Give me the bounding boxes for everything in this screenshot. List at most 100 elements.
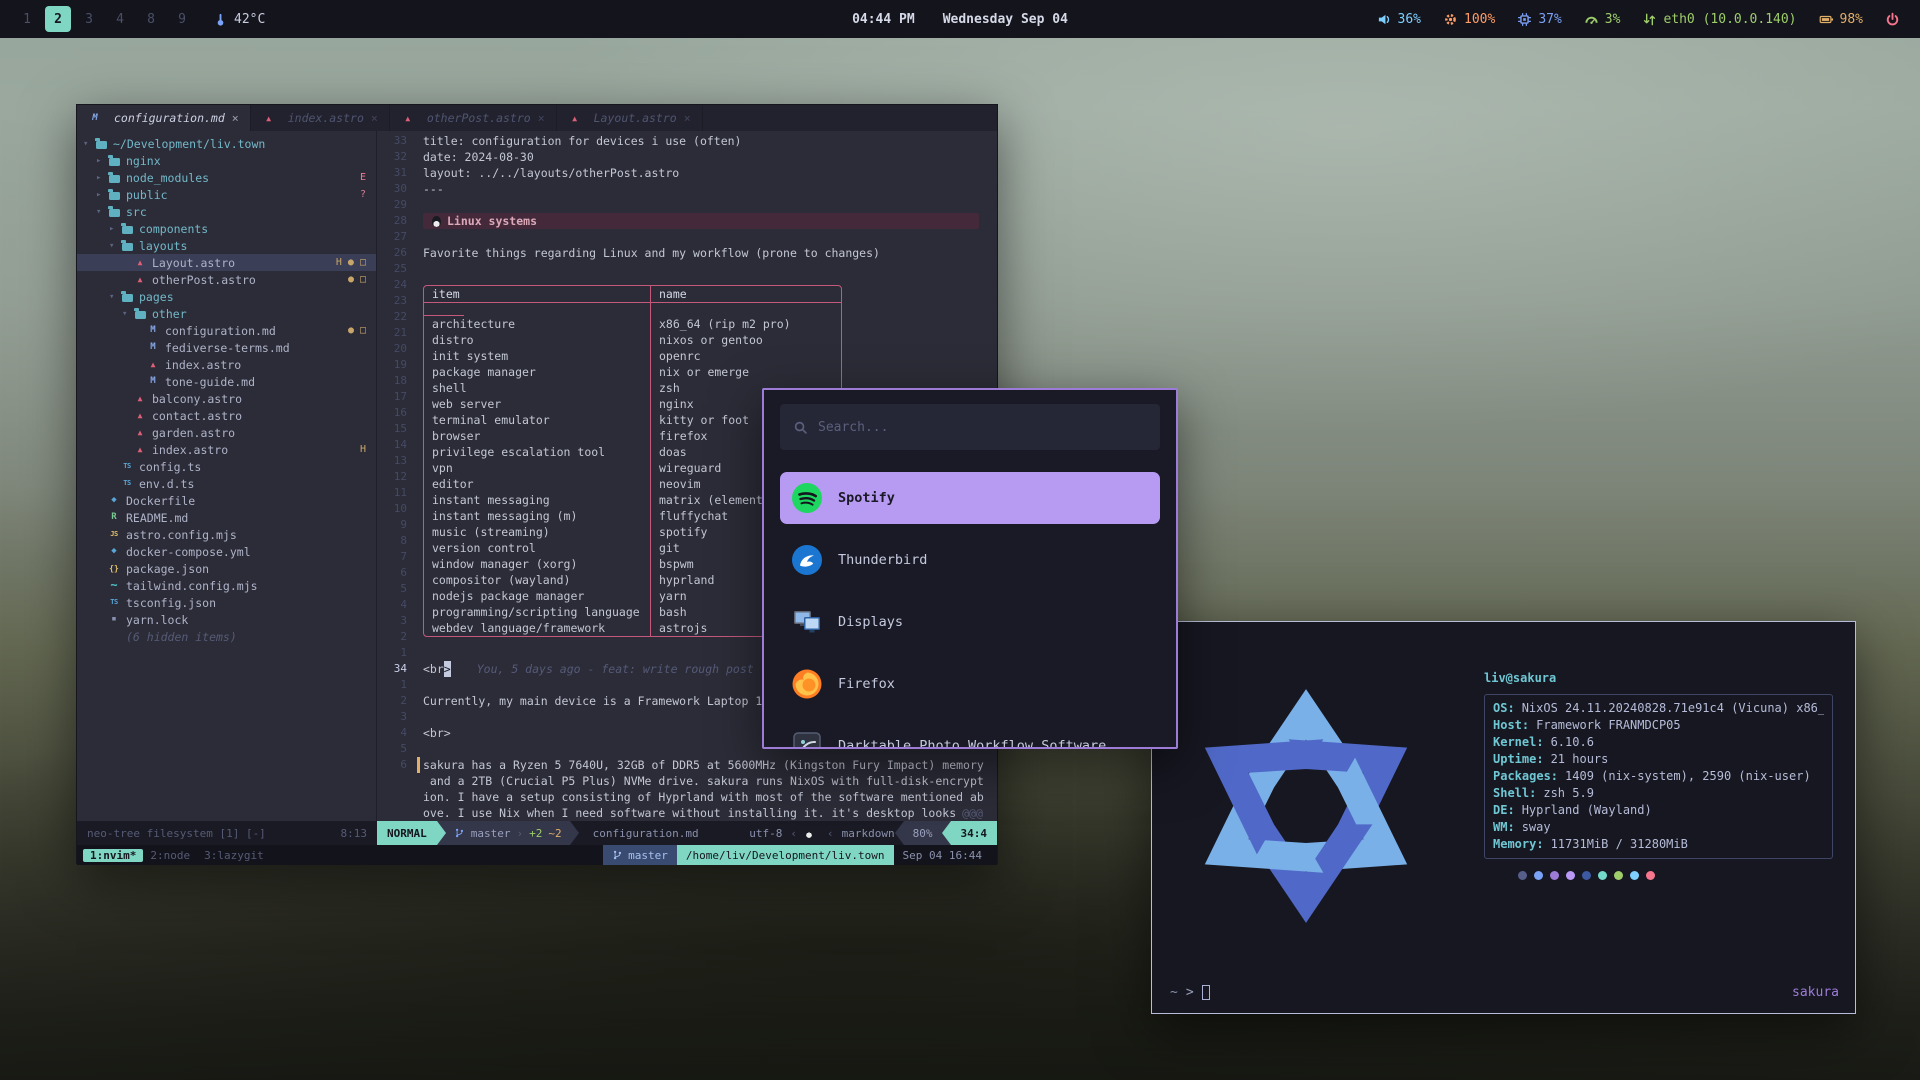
tmux-window-tab[interactable]: 2:node: [143, 849, 197, 862]
editor-line[interactable]: 26 Favorite things regarding Linux and m…: [377, 245, 997, 261]
editor-line[interactable]: 27: [377, 229, 997, 245]
tab-close-icon[interactable]: ×: [684, 111, 691, 125]
workspace-button[interactable]: 9: [169, 6, 195, 32]
workspace-button[interactable]: 8: [138, 6, 164, 32]
git-branch-icon: [454, 827, 465, 839]
workspace-button[interactable]: 4: [107, 6, 133, 32]
fetch-field-label: Shell:: [1493, 785, 1536, 802]
buffer-tab[interactable]: Layout.astro ×: [557, 105, 703, 131]
table-cell-item: shell: [424, 380, 651, 396]
tree-item[interactable]: index.astro H: [77, 441, 376, 458]
editor-line[interactable]: 25: [377, 261, 997, 277]
tree-item[interactable]: env.d.ts: [77, 475, 376, 492]
search-input[interactable]: [818, 420, 1147, 435]
editor-line[interactable]: 32 date: 2024-08-30: [377, 149, 997, 165]
line-text: ion. I have a setup consisting of Hyprla…: [423, 789, 984, 805]
editor-line[interactable]: ove. I use Nix when I need software with…: [377, 805, 997, 821]
launcher-entry[interactable]: Darktable Photo Workflow Software: [780, 720, 1160, 749]
expander-icon: [83, 139, 94, 149]
tree-item[interactable]: tone-guide.md: [77, 373, 376, 390]
fetch-info-box: OS: NixOS 24.11.20240828.71e91c4 (Vicuna…: [1484, 694, 1833, 859]
tree-item[interactable]: config.ts: [77, 458, 376, 475]
table-row[interactable]: distro nixos or gentoo: [424, 332, 841, 348]
tree-item[interactable]: garden.astro: [77, 424, 376, 441]
line-number: 19: [377, 357, 417, 373]
workspace-button[interactable]: 3: [76, 6, 102, 32]
line-text: Currently, my main device is a Framework…: [423, 693, 762, 709]
bar-module[interactable]: 100%: [1443, 12, 1495, 27]
line-number: 10: [377, 501, 417, 517]
tree-item[interactable]: layouts: [77, 237, 376, 254]
tree-item[interactable]: index.astro: [77, 356, 376, 373]
bar-module[interactable]: 37%: [1517, 12, 1561, 27]
buffer-tab[interactable]: index.astro ×: [251, 105, 390, 131]
bar-module[interactable]: eth0 (10.0.0.140): [1642, 12, 1796, 27]
tree-item[interactable]: public ?: [77, 186, 376, 203]
temperature-module[interactable]: 42°C: [213, 12, 265, 27]
tree-item[interactable]: docker-compose.yml: [77, 543, 376, 560]
tree-item[interactable]: Layout.astro H ● □: [77, 254, 376, 271]
launcher-entry[interactable]: Firefox: [780, 658, 1160, 710]
tmux-window-tab[interactable]: 1:nvim*: [83, 849, 143, 862]
editor-line[interactable]: 33 title: configuration for devices i us…: [377, 133, 997, 149]
editor-line[interactable]: 6 sakura has a Ryzen 5 7640U, 32GB of DD…: [377, 757, 997, 773]
bar-module[interactable]: 98%: [1819, 12, 1863, 27]
launcher-entry[interactable]: Thunderbird: [780, 534, 1160, 586]
file-icon: [146, 359, 160, 370]
tree-item[interactable]: (6 hidden items): [77, 628, 376, 645]
tree-item[interactable]: node_modules E: [77, 169, 376, 186]
tree-item[interactable]: yarn.lock: [77, 611, 376, 628]
tab-close-icon[interactable]: ×: [232, 111, 239, 125]
tab-close-icon[interactable]: ×: [371, 111, 378, 125]
tree-item[interactable]: nginx: [77, 152, 376, 169]
table-header: item name: [424, 286, 841, 303]
tmux-window-tab[interactable]: 3:lazygit: [197, 849, 271, 862]
editor-line[interactable]: 29: [377, 197, 997, 213]
bar-module[interactable]: [1885, 12, 1906, 27]
buffer-tab[interactable]: otherPost.astro ×: [390, 105, 557, 131]
virtual-text: @@@: [962, 805, 983, 821]
table-row[interactable]: init system openrc: [424, 348, 841, 364]
palette-dot: [1582, 871, 1591, 880]
tab-close-icon[interactable]: ×: [538, 111, 545, 125]
buffer-tab[interactable]: configuration.md ×: [77, 105, 251, 131]
bar-module[interactable]: 3%: [1584, 12, 1621, 27]
tree-item[interactable]: fediverse-terms.md: [77, 339, 376, 356]
tree-item[interactable]: other: [77, 305, 376, 322]
fetch-user-host: liv@sakura: [1484, 670, 1833, 687]
shell-prompt[interactable]: ~ >: [1170, 985, 1210, 1000]
file-icon: [120, 478, 134, 489]
tree-item[interactable]: balcony.astro: [77, 390, 376, 407]
tree-item[interactable]: components: [77, 220, 376, 237]
bar-module[interactable]: 36%: [1377, 12, 1421, 27]
tree-item[interactable]: pages: [77, 288, 376, 305]
tree-item[interactable]: ~/Development/liv.town: [77, 135, 376, 152]
editor-line[interactable]: 30 ---: [377, 181, 997, 197]
tree-item[interactable]: astro.config.mjs: [77, 526, 376, 543]
editor-line[interactable]: ion. I have a setup consisting of Hyprla…: [377, 789, 997, 805]
launcher-entry[interactable]: Displays: [780, 596, 1160, 648]
workspace-button[interactable]: 2: [45, 6, 71, 32]
tree-item[interactable]: configuration.md ● □: [77, 322, 376, 339]
launcher-entry[interactable]: Spotify: [780, 472, 1160, 524]
workspace-button[interactable]: 1: [14, 6, 40, 32]
tree-item[interactable]: contact.astro: [77, 407, 376, 424]
tree-item[interactable]: tsconfig.json: [77, 594, 376, 611]
tree-item[interactable]: package.json: [77, 560, 376, 577]
tree-item[interactable]: src: [77, 203, 376, 220]
file-icon: [133, 274, 147, 285]
editor-line[interactable]: 28 Linux systems: [377, 213, 997, 229]
launcher-search[interactable]: [780, 404, 1160, 450]
editor-line[interactable]: 31 layout: ../../layouts/otherPost.astro: [377, 165, 997, 181]
tree-item[interactable]: tailwind.config.mjs: [77, 577, 376, 594]
table-row[interactable]: package manager nix or emerge: [424, 364, 841, 380]
tree-item[interactable]: README.md: [77, 509, 376, 526]
app-launcher[interactable]: Spotify Thunderbird Displays Firefox Dar…: [762, 388, 1178, 749]
tree-item[interactable]: otherPost.astro ● □: [77, 271, 376, 288]
terminal-window[interactable]: liv@sakura OS: NixOS 24.11.20240828.71e9…: [1151, 621, 1856, 1014]
table-row[interactable]: architecture x86_64 (rip m2 pro): [424, 316, 841, 332]
prompt-path: ~: [1170, 985, 1178, 1000]
file-name: pages: [139, 290, 174, 304]
editor-line[interactable]: and a 2TB (Crucial P5 Plus) NVMe drive. …: [377, 773, 997, 789]
tree-item[interactable]: Dockerfile: [77, 492, 376, 509]
